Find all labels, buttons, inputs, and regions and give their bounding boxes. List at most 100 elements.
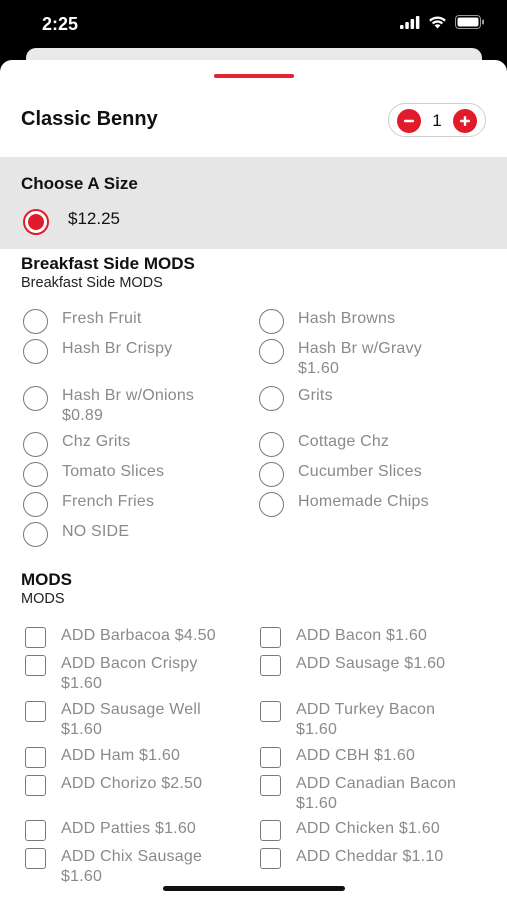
option-price: $1.60	[61, 868, 103, 885]
option-label: ADD Canadian Bacon	[296, 775, 457, 792]
quantity-stepper: 1	[388, 103, 486, 137]
option-label: Hash Browns	[298, 310, 396, 327]
mod-option[interactable]: ADD Ham $1.60	[25, 746, 180, 768]
radio-button[interactable]	[259, 462, 284, 487]
size-radio-selected[interactable]	[23, 209, 49, 235]
option-label: French Fries	[62, 493, 155, 510]
option-label: Fresh Fruit	[62, 310, 142, 327]
option-label: Hash Br w/Gravy	[298, 340, 422, 357]
mod-option[interactable]: ADD Cheddar $1.10	[260, 847, 444, 869]
checkbox[interactable]	[25, 655, 46, 676]
mod-option[interactable]: ADD Sausage Well $1.60	[25, 700, 201, 740]
sheet-grabber[interactable]	[214, 74, 294, 78]
option-label: Grits	[298, 387, 333, 404]
battery-icon	[455, 15, 484, 29]
option-label: ADD CBH $1.60	[296, 747, 416, 764]
mod-option[interactable]: ADD Bacon Crispy $1.60	[25, 654, 198, 694]
radio-button[interactable]	[23, 309, 48, 334]
side-option[interactable]: Tomato Slices	[23, 462, 164, 487]
checkbox[interactable]	[260, 775, 281, 796]
checkbox[interactable]	[260, 747, 281, 768]
increase-quantity-button[interactable]	[453, 109, 477, 133]
radio-button[interactable]	[23, 432, 48, 457]
radio-button[interactable]	[259, 309, 284, 334]
option-price: $1.60	[296, 721, 338, 738]
size-section: Choose A Size $12.25	[0, 157, 507, 249]
option-label: Hash Br Crispy	[62, 340, 173, 357]
mod-option[interactable]: ADD Chicken $1.60	[260, 819, 440, 841]
radio-button[interactable]	[23, 462, 48, 487]
side-option[interactable]: Homemade Chips	[259, 492, 429, 517]
side-option[interactable]: Hash Br w/Gravy $1.60	[259, 339, 422, 379]
side-option[interactable]: Cucumber Slices	[259, 462, 422, 487]
plus-icon	[460, 116, 470, 126]
mod-option[interactable]: ADD Chix Sausage $1.60	[25, 847, 202, 887]
mod-option[interactable]: ADD Turkey Bacon $1.60	[260, 700, 435, 740]
radio-button[interactable]	[23, 522, 48, 547]
quantity-value: 1	[432, 111, 442, 130]
side-option[interactable]: French Fries	[23, 492, 154, 517]
side-option[interactable]: Fresh Fruit	[23, 309, 142, 334]
home-indicator[interactable]	[163, 886, 345, 891]
side-option[interactable]: Hash Br Crispy	[23, 339, 172, 364]
side-option[interactable]: Grits	[259, 386, 333, 411]
option-label: ADD Bacon $1.60	[296, 627, 428, 644]
mod-option[interactable]: ADD Bacon $1.60	[260, 626, 427, 648]
radio-button[interactable]	[23, 492, 48, 517]
option-label: ADD Chorizo $2.50	[61, 775, 203, 792]
side-option[interactable]: Hash Browns	[259, 309, 395, 334]
side-option[interactable]: Hash Br w/Onions $0.89	[23, 386, 194, 426]
mod-option[interactable]: ADD Patties $1.60	[25, 819, 196, 841]
option-label: ADD Chix Sausage	[61, 848, 203, 865]
radio-button[interactable]	[259, 339, 284, 364]
mod-option[interactable]: ADD Canadian Bacon $1.60	[260, 774, 456, 814]
checkbox[interactable]	[25, 848, 46, 869]
size-heading: Choose A Size	[21, 174, 138, 193]
decrease-quantity-button[interactable]	[397, 109, 421, 133]
mods-subtitle: MODS	[21, 591, 65, 607]
signal-icon	[400, 15, 420, 29]
radio-button[interactable]	[23, 386, 48, 411]
option-label: ADD Bacon Crispy	[61, 655, 198, 672]
side-option[interactable]: Cottage Chz	[259, 432, 389, 457]
option-label: ADD Chicken $1.60	[296, 820, 440, 837]
option-label: Homemade Chips	[298, 493, 429, 510]
mod-option[interactable]: ADD Chorizo $2.50	[25, 774, 202, 796]
side-option[interactable]: Chz Grits	[23, 432, 130, 457]
option-price: $0.89	[62, 407, 104, 424]
checkbox[interactable]	[260, 701, 281, 722]
option-label: ADD Barbacoa $4.50	[61, 627, 216, 644]
checkbox[interactable]	[25, 775, 46, 796]
option-label: ADD Cheddar $1.10	[296, 848, 444, 865]
mod-option[interactable]: ADD Barbacoa $4.50	[25, 626, 216, 648]
option-price: $1.60	[61, 675, 103, 692]
option-label: Cucumber Slices	[298, 463, 422, 480]
option-label: ADD Sausage Well	[61, 701, 201, 718]
radio-button[interactable]	[259, 386, 284, 411]
checkbox[interactable]	[260, 655, 281, 676]
radio-button[interactable]	[259, 492, 284, 517]
option-price: $1.60	[61, 721, 103, 738]
radio-button[interactable]	[23, 339, 48, 364]
checkbox[interactable]	[25, 820, 46, 841]
status-icons	[400, 15, 485, 29]
option-label: Cottage Chz	[298, 433, 390, 450]
option-label: Hash Br w/Onions	[62, 387, 195, 404]
checkbox[interactable]	[25, 747, 46, 768]
option-label: ADD Ham $1.60	[61, 747, 181, 764]
mods-title: MODS	[21, 570, 72, 589]
radio-button[interactable]	[259, 432, 284, 457]
option-label: ADD Patties $1.60	[61, 820, 197, 837]
checkbox[interactable]	[260, 627, 281, 648]
checkbox[interactable]	[25, 627, 46, 648]
minus-icon	[404, 119, 414, 123]
checkbox[interactable]	[25, 701, 46, 722]
checkbox[interactable]	[260, 820, 281, 841]
option-label: ADD Sausage $1.60	[296, 655, 446, 672]
option-price: $1.60	[296, 795, 338, 812]
checkbox[interactable]	[260, 848, 281, 869]
side-option[interactable]: NO SIDE	[23, 522, 129, 547]
breakfast-side-title: Breakfast Side MODS	[21, 254, 195, 273]
mod-option[interactable]: ADD Sausage $1.60	[260, 654, 445, 676]
mod-option[interactable]: ADD CBH $1.60	[260, 746, 415, 768]
